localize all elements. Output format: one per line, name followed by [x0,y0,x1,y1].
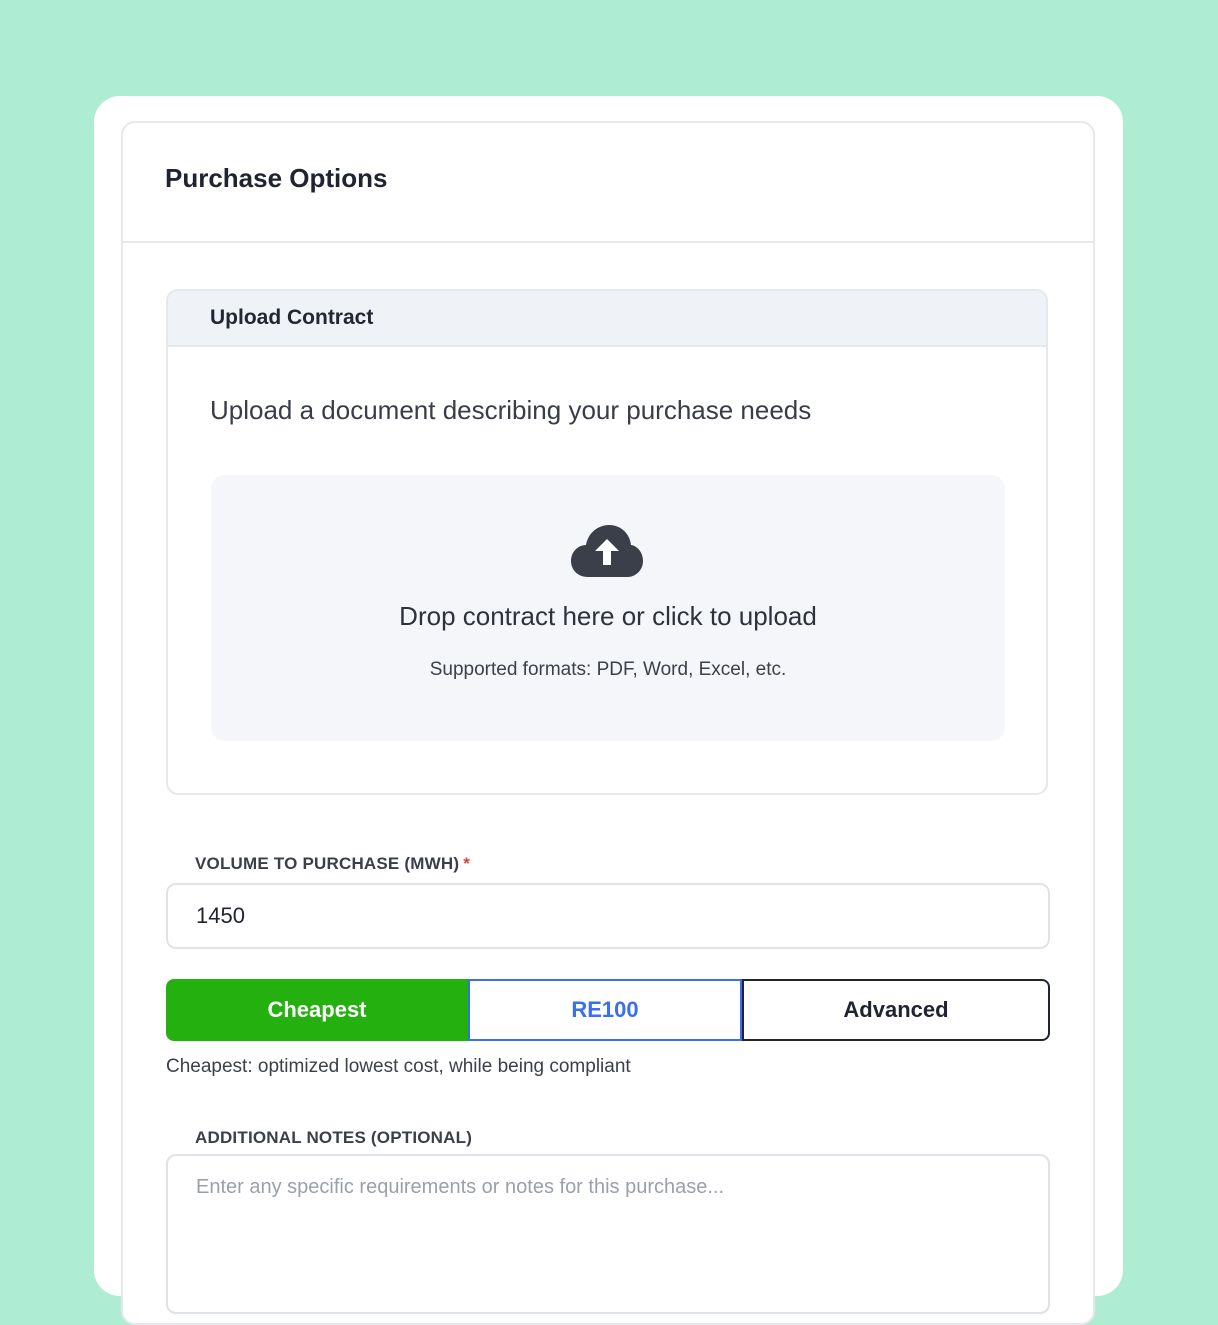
cloud-upload-icon [571,525,643,577]
notes-textarea[interactable] [166,1154,1050,1314]
mode-advanced-button[interactable]: Advanced [742,979,1050,1041]
purchase-mode-selector: Cheapest RE100 Advanced [166,979,1050,1041]
upload-description: Upload a document describing your purcha… [210,395,812,425]
volume-label-text: VOLUME TO PURCHASE (MWH) [195,854,460,873]
dropzone-formats-text: Supported formats: PDF, Word, Excel, etc… [429,659,787,680]
mode-re100-button[interactable]: RE100 [468,979,742,1041]
mode-cheapest-button[interactable]: Cheapest [166,979,468,1041]
card-header: Purchase Options [123,123,1093,243]
dropzone-main-text: Drop contract here or click to upload [399,601,817,631]
mode-description: Cheapest: optimized lowest cost, while b… [166,1056,631,1077]
purchase-options-card: Purchase Options Upload Contract Upload … [121,121,1095,1325]
volume-label: VOLUME TO PURCHASE (MWH) * [195,854,470,874]
required-mark: * [463,854,471,873]
upload-contract-panel: Upload Contract Upload a document descri… [166,289,1048,795]
notes-label: ADDITIONAL NOTES (OPTIONAL) [195,1128,473,1147]
page-container: Purchase Options Upload Contract Upload … [94,96,1123,1325]
upload-contract-header: Upload Contract [168,291,1046,347]
upload-contract-title: Upload Contract [210,306,374,329]
volume-input[interactable] [166,883,1050,949]
contract-dropzone[interactable]: Drop contract here or click to upload Su… [211,475,1005,741]
page-title: Purchase Options [165,163,388,193]
